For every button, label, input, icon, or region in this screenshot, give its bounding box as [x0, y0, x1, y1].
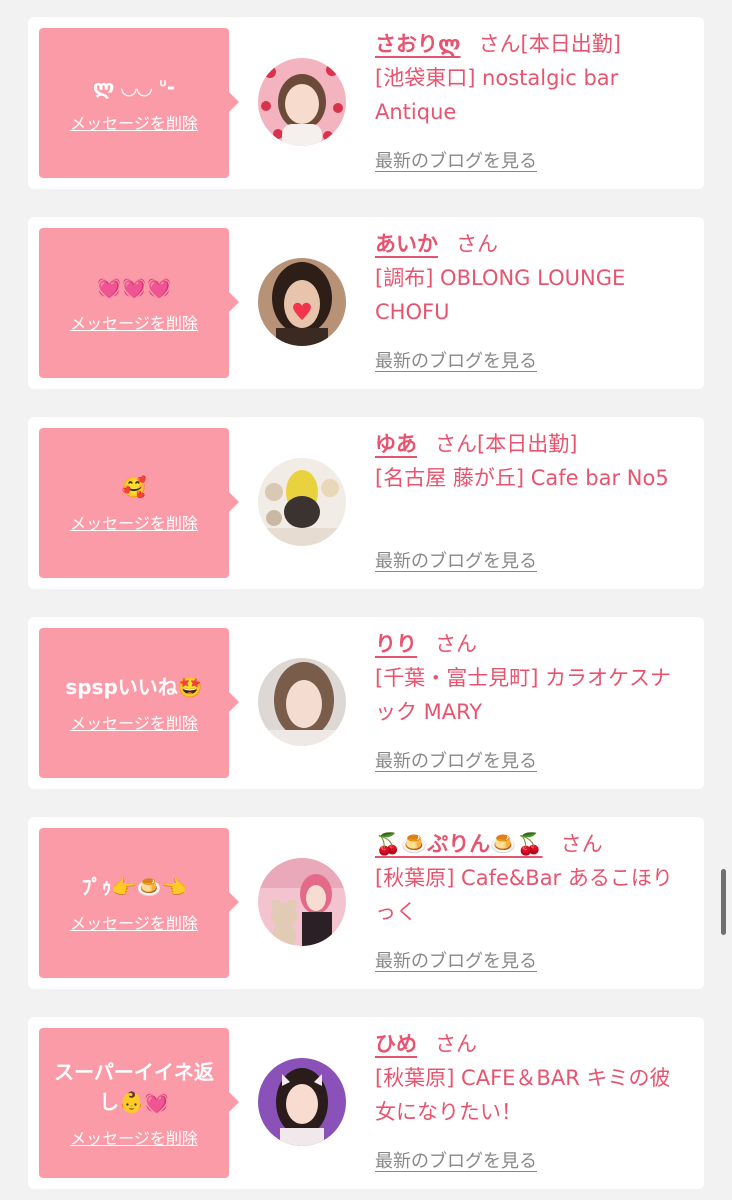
- message-bubble: ლ ◡◡ ᐡ- メッセージを削除: [39, 28, 239, 178]
- latest-blog-link[interactable]: 最新のブログを見る: [375, 147, 537, 173]
- shop-name: [名古屋 藤が丘] Cafe bar No5: [375, 466, 669, 490]
- avatar[interactable]: [258, 1058, 346, 1146]
- avatar-photo-icon: [258, 258, 346, 346]
- latest-blog-link[interactable]: 最新のブログを見る: [375, 747, 537, 773]
- message-bubble: spspいいね🤩 メッセージを削除: [39, 628, 239, 778]
- message-card: spspいいね🤩 メッセージを削除 りり さん [千葉・富士見町] カラオケスナッ…: [28, 617, 704, 789]
- sender-name-link[interactable]: ゆあ: [375, 432, 417, 456]
- message-card: ლ ◡◡ ᐡ- メッセージを削除 さおりლ さん[本日出勤] [池袋東口] nos…: [28, 17, 704, 189]
- latest-blog-link[interactable]: 最新のブログを見る: [375, 1147, 537, 1173]
- sender-info: さおりლ さん[本日出勤] [池袋東口] nostalgic bar Antiqu…: [375, 27, 685, 129]
- latest-blog-link[interactable]: 最新のブログを見る: [375, 547, 537, 573]
- delete-message-link[interactable]: メッセージを削除: [70, 310, 198, 334]
- avatar[interactable]: [258, 658, 346, 746]
- sender-honorific: さん: [560, 832, 603, 856]
- sender-info: 🍒🍮ぷりん🍮🍒 さん [秋葉原] Cafe&Bar あるこほりっく: [375, 827, 685, 929]
- message-text: ლ ◡◡ ᐡ-: [92, 75, 176, 99]
- avatar-photo-icon: [258, 858, 346, 946]
- sender-honorific: さん[本日出勤]: [435, 432, 578, 456]
- message-text: ﾌﾟｩ👉🍮👈: [81, 875, 187, 899]
- delete-message-link[interactable]: メッセージを削除: [70, 1125, 198, 1149]
- message-bubble: 🥰 メッセージを削除: [39, 428, 239, 578]
- message-text: スーパーイイネ返し👶💓: [54, 1060, 214, 1114]
- shop-name: [調布] OBLONG LOUNGE CHOFU: [375, 266, 626, 324]
- sender-honorific: さん: [435, 632, 477, 656]
- avatar-photo-icon: [258, 58, 346, 146]
- message-text: spspいいね🤩: [65, 675, 203, 699]
- message-text: 💓💓💓: [96, 275, 172, 299]
- sender-info: りり さん [千葉・富士見町] カラオケスナック MARY: [375, 627, 685, 729]
- delete-message-link[interactable]: メッセージを削除: [70, 110, 198, 134]
- message-card: ﾌﾟｩ👉🍮👈 メッセージを削除 🍒🍮ぷりん🍮🍒 さん [秋葉原] Cafe&Bar…: [28, 817, 704, 989]
- delete-message-link[interactable]: メッセージを削除: [70, 510, 198, 534]
- avatar[interactable]: [258, 58, 346, 146]
- sender-honorific: さん: [456, 232, 498, 256]
- sender-name-link[interactable]: りり: [375, 632, 417, 656]
- vertical-scrollbar[interactable]: [721, 869, 726, 935]
- latest-blog-link[interactable]: 最新のブログを見る: [375, 347, 537, 373]
- sender-info: あいか さん [調布] OBLONG LOUNGE CHOFU: [375, 227, 685, 329]
- sender-name-link[interactable]: さおりლ: [375, 32, 461, 56]
- shop-name: [秋葉原] CAFE＆BAR キミの彼女になりたい！: [375, 1066, 671, 1124]
- sender-honorific: さん: [435, 1032, 477, 1056]
- message-card: 🥰 メッセージを削除 ゆあ さん[本日出勤] [名古屋 藤が丘] Cafe bar…: [28, 417, 704, 589]
- sender-honorific: さん[本日出勤]: [478, 32, 621, 56]
- message-bubble: スーパーイイネ返し👶💓 メッセージを削除: [39, 1028, 239, 1178]
- message-text: 🥰: [121, 475, 147, 499]
- shop-name: [池袋東口] nostalgic bar Antique: [375, 66, 619, 124]
- latest-blog-link[interactable]: 最新のブログを見る: [375, 947, 537, 973]
- avatar[interactable]: [258, 458, 346, 546]
- sender-info: ひめ さん [秋葉原] CAFE＆BAR キミの彼女になりたい！: [375, 1027, 685, 1129]
- sender-name-link[interactable]: ひめ: [375, 1032, 417, 1056]
- sender-name-link[interactable]: 🍒🍮ぷりん🍮🍒: [375, 832, 543, 856]
- avatar[interactable]: [258, 858, 346, 946]
- message-bubble: ﾌﾟｩ👉🍮👈 メッセージを削除: [39, 828, 239, 978]
- shop-name: [秋葉原] Cafe&Bar あるこほりっく: [375, 866, 673, 924]
- delete-message-link[interactable]: メッセージを削除: [70, 910, 198, 934]
- message-card: 💓💓💓 メッセージを削除 あいか さん [調布] OBLONG LOUNGE CH…: [28, 217, 704, 389]
- avatar-photo-icon: [258, 458, 346, 546]
- avatar[interactable]: [258, 258, 346, 346]
- message-bubble: 💓💓💓 メッセージを削除: [39, 228, 239, 378]
- delete-message-link[interactable]: メッセージを削除: [70, 710, 198, 734]
- shop-name: [千葉・富士見町] カラオケスナック MARY: [375, 666, 672, 724]
- sender-name-link[interactable]: あいか: [375, 232, 438, 256]
- avatar-photo-icon: [258, 658, 346, 746]
- sender-info: ゆあ さん[本日出勤] [名古屋 藤が丘] Cafe bar No5: [375, 427, 685, 495]
- message-card: スーパーイイネ返し👶💓 メッセージを削除 ひめ さん [秋葉原] CAFE＆BAR…: [28, 1017, 704, 1189]
- avatar-photo-icon: [258, 1058, 346, 1146]
